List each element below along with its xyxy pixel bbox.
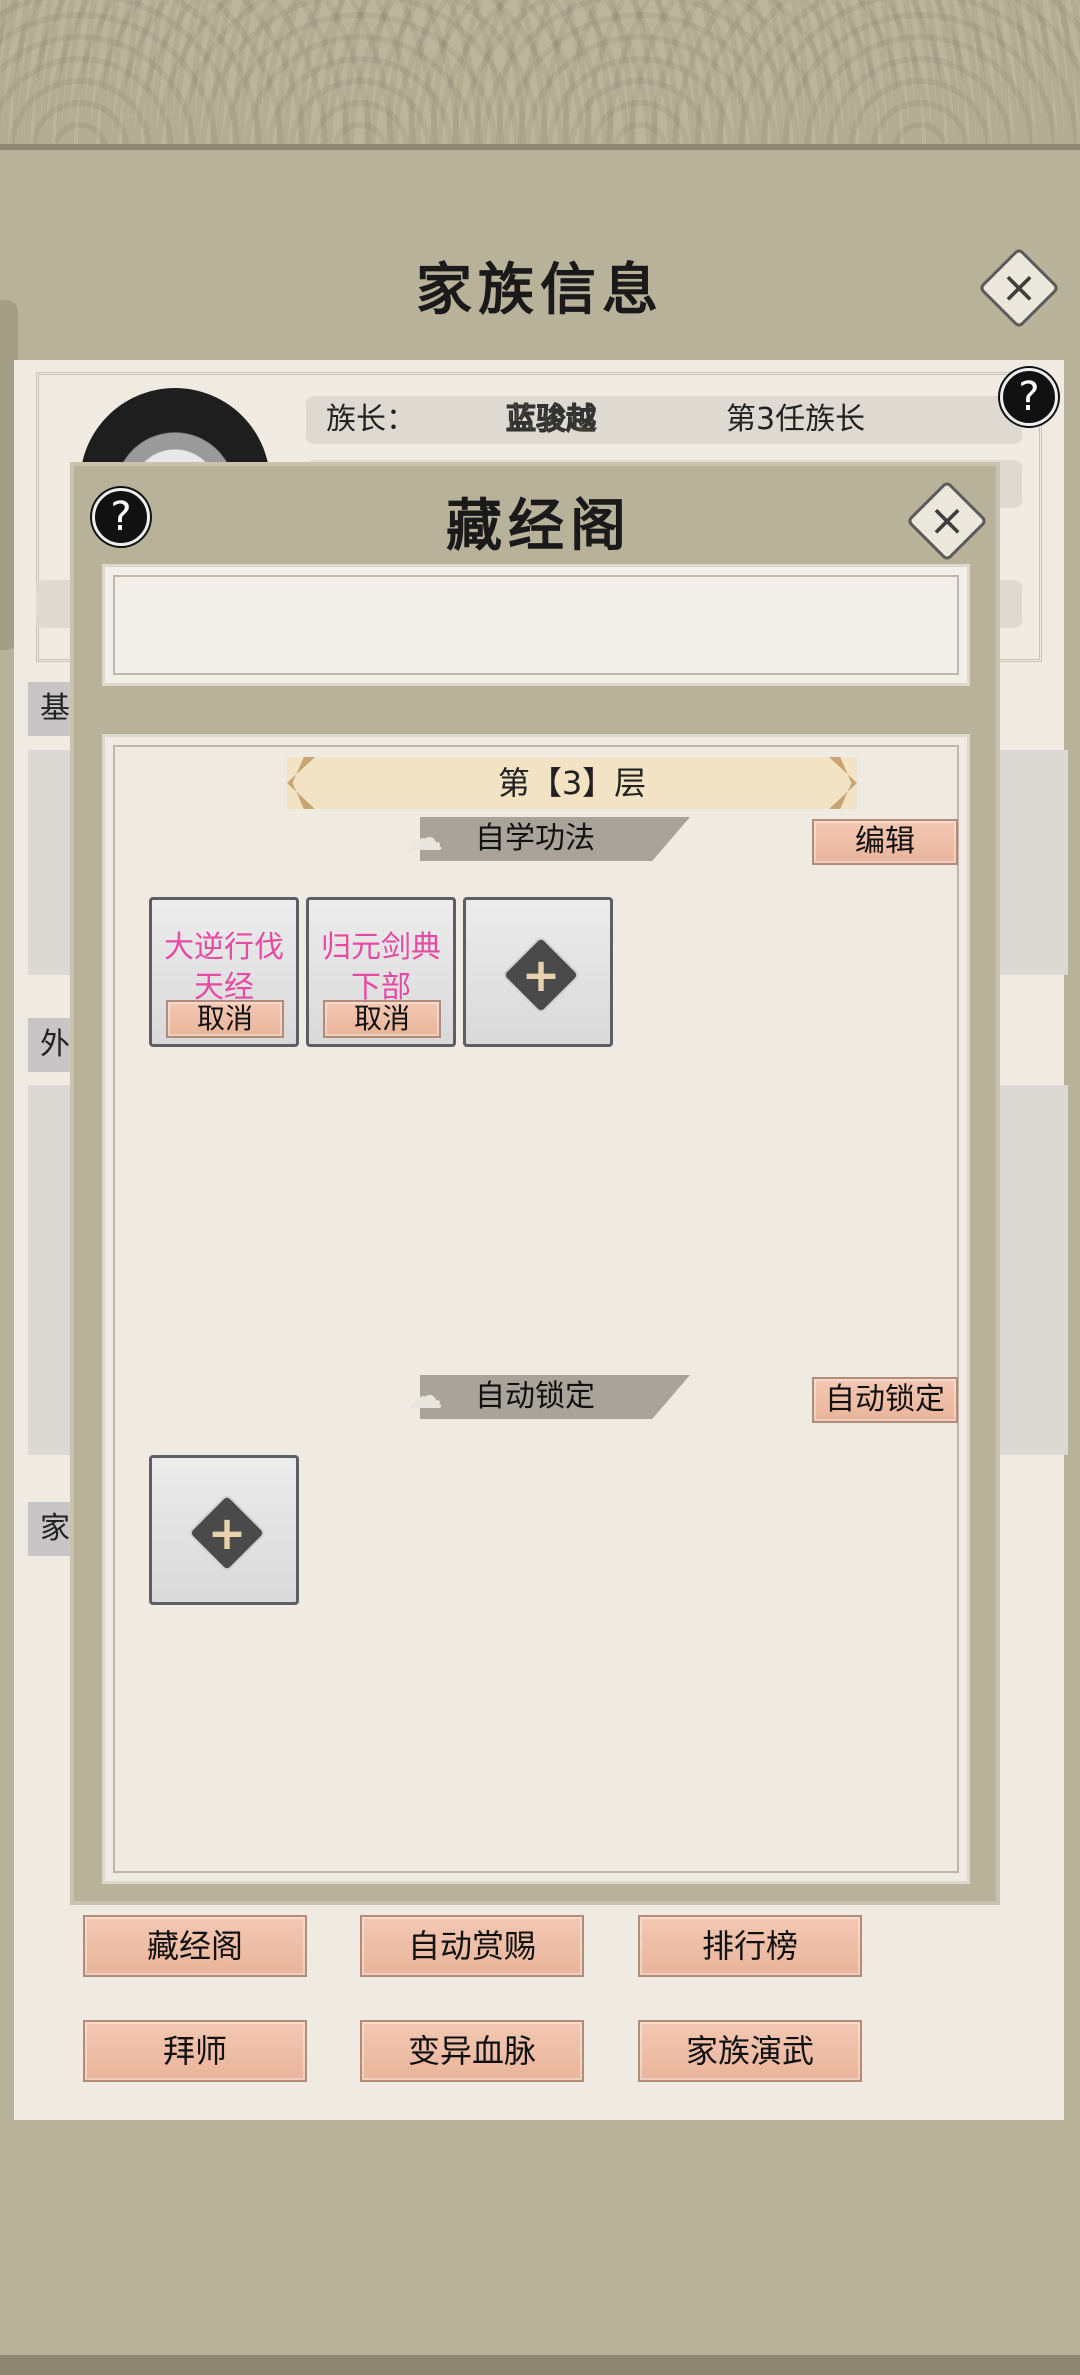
family-close-button[interactable]: ×	[977, 246, 1061, 330]
family-page-title: 家族信息	[416, 257, 664, 323]
technique-name: 归元剑典下部	[321, 930, 441, 1005]
sutra-close-button[interactable]: ×	[905, 479, 989, 563]
floor-label: 第【3】层	[497, 764, 647, 802]
sutra-floor-box: 第【3】层 ☁ 自学功法 编辑 大逆行伐天经 取消 归元剑典下部 取消 + ☁ …	[102, 734, 970, 1884]
sutra-pavilion-modal: ? 藏经阁 × 第【3】层 ☁ 自学功法 编辑 大逆行伐天经 取消 归元剑典下部…	[70, 462, 1000, 1905]
sutra-help-icon[interactable]: ?	[92, 488, 150, 546]
family-help-icon[interactable]: ?	[1000, 368, 1058, 426]
add-technique-slot[interactable]: +	[463, 897, 613, 1047]
technique-name: 大逆行伐天经	[164, 930, 284, 1005]
sutra-pavilion-button[interactable]: 藏经阁	[83, 1915, 307, 1977]
auto-lock-button[interactable]: 自动锁定	[812, 1377, 958, 1423]
top-decorative-band	[0, 0, 1080, 150]
cancel-button[interactable]: 取消	[166, 1000, 284, 1038]
bottom-decorative-band	[0, 2355, 1080, 2375]
leader-label: 族长：	[326, 402, 416, 437]
technique-slot[interactable]: 归元剑典下部 取消	[306, 897, 456, 1047]
family-sparring-button[interactable]: 家族演武	[638, 2020, 862, 2082]
side-tab-external[interactable]: 外	[28, 1018, 74, 1072]
technique-slot[interactable]: 大逆行伐天经 取消	[149, 897, 299, 1047]
plus-icon: +	[521, 948, 561, 1002]
side-tab-basic[interactable]: 基	[28, 682, 74, 736]
self-study-header: ☁ 自学功法	[390, 817, 690, 861]
side-tab-family[interactable]: 家	[28, 1502, 74, 1556]
add-auto-lock-slot[interactable]: +	[149, 1455, 299, 1605]
cancel-button[interactable]: 取消	[323, 1000, 441, 1038]
auto-lock-header-label: 自动锁定	[475, 1379, 595, 1414]
self-study-header-label: 自学功法	[475, 821, 595, 856]
leader-generation: 第3任族长	[726, 402, 866, 437]
apprentice-button[interactable]: 拜师	[83, 2020, 307, 2082]
floor-selector: 第【3】层	[287, 757, 857, 809]
leaderboard-button[interactable]: 排行榜	[638, 1915, 862, 1977]
leader-name: 蓝骏越	[506, 402, 597, 438]
close-icon: ×	[928, 495, 966, 546]
mutated-bloodline-button[interactable]: 变异血脉	[360, 2020, 584, 2082]
sutra-info-box	[102, 564, 970, 686]
leader-row: 族长： 蓝骏越 第3任族长	[306, 396, 1022, 444]
auto-reward-button[interactable]: 自动赏赐	[360, 1915, 584, 1977]
plus-icon: +	[207, 1506, 247, 1560]
edit-button[interactable]: 编辑	[812, 819, 958, 865]
auto-lock-header: ☁ 自动锁定	[390, 1375, 690, 1419]
sutra-modal-title: 藏经阁	[446, 493, 632, 559]
close-icon: ×	[1000, 262, 1038, 313]
